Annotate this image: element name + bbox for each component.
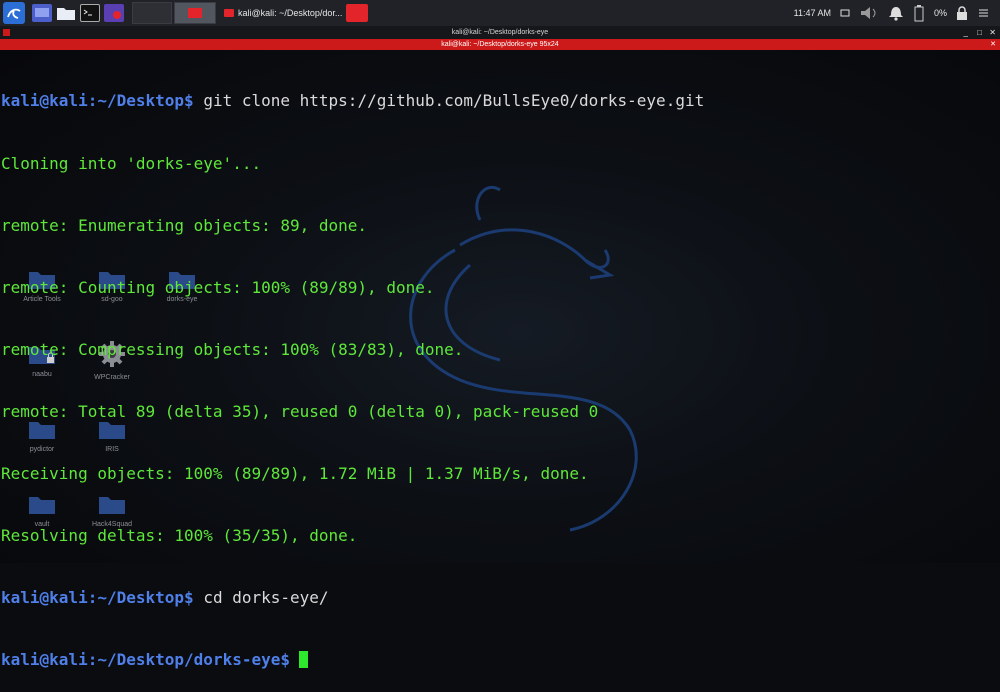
power-menu-icon[interactable]	[977, 7, 991, 19]
terminal-titlebar[interactable]: kali@kali: ~/Desktop/dorks-eye _ □ ✕	[0, 26, 1000, 39]
terminal-task-icon	[224, 9, 234, 17]
top-panel: kali@kali: ~/Desktop/dor... 11:47 AM 0%	[0, 0, 1000, 26]
output-line: remote: Enumerating objects: 89, done.	[1, 215, 368, 235]
prompt-line: kali@kali:~/Desktop$ cd dorks-eye/	[1, 588, 329, 608]
close-button[interactable]: ✕	[989, 26, 996, 39]
workspace-window-thumb	[188, 8, 202, 18]
output-line: remote: Compressing objects: 100% (83/83…	[1, 339, 464, 359]
output-line: Resolving deltas: 100% (35/35), done.	[1, 526, 358, 546]
volume-icon[interactable]	[859, 5, 879, 21]
workspace-2[interactable]	[174, 2, 216, 24]
output-line: Receiving objects: 100% (89/89), 1.72 Mi…	[1, 463, 589, 483]
prompt-line: kali@kali:~/Desktop/dorks-eye$	[1, 650, 704, 671]
terminal-icon	[3, 29, 10, 36]
text-cursor	[299, 651, 309, 669]
output-line: Cloning into 'dorks-eye'...	[1, 153, 262, 173]
prompt-path: ~/Desktop/dorks-eye	[97, 650, 281, 670]
terminal-tab-label: kali@kali: ~/Desktop/dorks-eye 95x24	[441, 41, 559, 48]
desktop-icon	[35, 8, 49, 17]
notification-bell-icon[interactable]	[888, 5, 904, 21]
screen-recorder-button[interactable]	[104, 4, 124, 22]
clock[interactable]: 11:47 AM	[794, 8, 831, 18]
workspace-1[interactable]	[132, 2, 172, 24]
kali-dragon-icon	[3, 2, 25, 24]
show-desktop-button[interactable]	[32, 4, 52, 22]
folder-icon	[57, 8, 75, 20]
prompt-path: ~/Desktop	[97, 588, 185, 608]
prompt-user: kali@kali	[1, 91, 88, 111]
taskbar-terminal-task[interactable]: kali@kali: ~/Desktop/dor...	[224, 3, 342, 23]
taskbar-task-label: kali@kali: ~/Desktop/dor...	[238, 8, 343, 18]
minimize-button[interactable]: _	[964, 26, 968, 39]
window-title: kali@kali: ~/Desktop/dorks-eye	[451, 29, 549, 36]
output-line: remote: Counting objects: 100% (89/89), …	[1, 277, 435, 297]
recorder-icon	[113, 11, 121, 19]
prompt-line: kali@kali:~/Desktop$ git clone https://g…	[1, 91, 705, 111]
command-text: git clone https://github.com/BullsEye0/d…	[203, 91, 705, 111]
file-manager-button[interactable]	[56, 4, 76, 22]
terminal-icon	[83, 9, 92, 16]
output-line: remote: Total 89 (delta 35), reused 0 (d…	[1, 401, 599, 421]
command-text: cd dorks-eye/	[203, 588, 329, 608]
tab-close-icon[interactable]: ✕	[990, 39, 996, 50]
prompt-path: ~/Desktop	[97, 91, 185, 111]
battery-icon[interactable]	[913, 4, 925, 22]
prompt-user: kali@kali	[1, 588, 88, 608]
maximize-button[interactable]: □	[977, 26, 982, 39]
lock-icon[interactable]	[956, 6, 968, 20]
kali-menu-button[interactable]	[2, 1, 26, 25]
battery-percentage: 0%	[933, 8, 947, 18]
taskbar-second-task[interactable]	[346, 4, 369, 22]
terminal-tab[interactable]: kali@kali: ~/Desktop/dorks-eye 95x24 ✕	[0, 39, 1000, 50]
prompt-user: kali@kali	[1, 650, 88, 670]
terminal-launcher-button[interactable]	[80, 4, 100, 22]
window-icon[interactable]	[840, 8, 850, 18]
system-tray: 11:47 AM 0%	[794, 0, 1000, 26]
terminal-output[interactable]: kali@kali:~/Desktop$ git clone https://g…	[1, 50, 704, 692]
